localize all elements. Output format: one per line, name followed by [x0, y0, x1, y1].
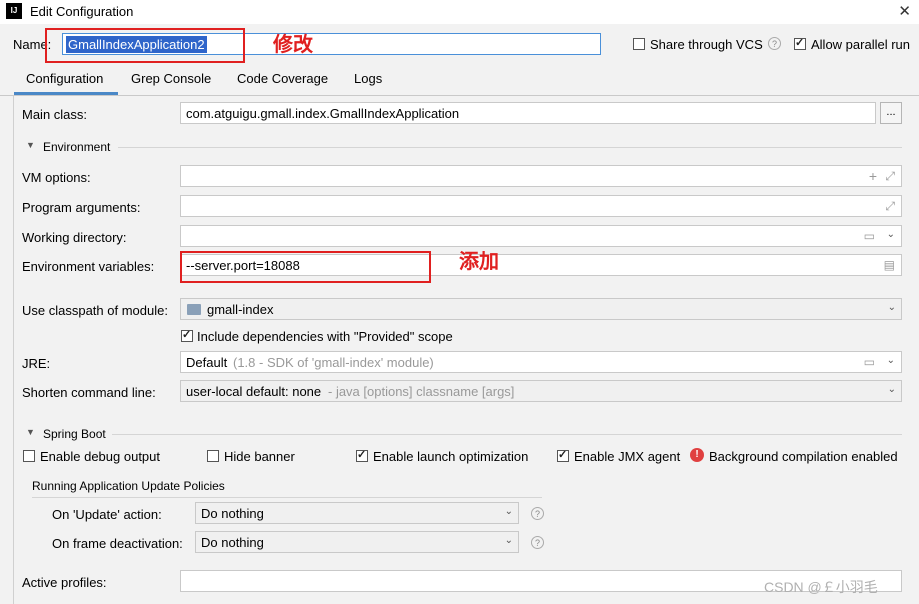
hide-banner-label: Hide banner	[224, 449, 295, 464]
jre-combo[interactable]: Default (1.8 - SDK of 'gmall-index' modu…	[180, 351, 902, 373]
help-icon[interactable]: ?	[531, 507, 544, 520]
intellij-app-icon: IJ	[6, 3, 22, 19]
on-frame-combo[interactable]: Do nothing ⌄	[195, 531, 519, 553]
shorten-value: user-local default: none	[186, 384, 322, 399]
on-frame-value: Do nothing	[201, 535, 264, 550]
parallel-run-label: Allow parallel run	[811, 37, 910, 52]
jmx-checkbox[interactable]	[557, 448, 569, 462]
plus-icon[interactable]: +	[869, 168, 877, 184]
on-update-combo[interactable]: Do nothing ⌄	[195, 502, 519, 524]
jre-hint: (1.8 - SDK of 'gmall-index' module)	[233, 355, 434, 370]
update-policies-header: Running Application Update Policies	[32, 479, 225, 493]
expand-icon[interactable]: ⤢	[885, 199, 895, 214]
debug-output-label: Enable debug output	[40, 449, 160, 464]
annotation-box-name	[45, 28, 245, 63]
env-vars-label: Environment variables:	[22, 259, 155, 274]
vm-options-label: VM options:	[22, 170, 91, 185]
tab-logs[interactable]: Logs	[354, 71, 382, 86]
share-vcs-label: Share through VCS	[650, 37, 763, 52]
chevron-down-icon[interactable]: ⌄	[887, 355, 895, 366]
module-icon	[187, 304, 201, 315]
parallel-run-checkbox[interactable]	[794, 36, 806, 50]
hide-banner-checkbox[interactable]	[207, 450, 219, 462]
jmx-label: Enable JMX agent	[574, 449, 681, 464]
chevron-down-icon: ⌄	[504, 535, 513, 546]
debug-output-checkbox[interactable]	[23, 450, 35, 462]
document-icon[interactable]: ▤	[884, 258, 895, 272]
share-vcs-checkbox[interactable]	[633, 38, 645, 50]
shorten-label: Shorten command line:	[22, 385, 156, 400]
tab-grep-console[interactable]: Grep Console	[131, 71, 211, 86]
program-args-input[interactable]: ⤢	[180, 195, 902, 217]
collapse-triangle-icon[interactable]: ▼	[26, 140, 35, 150]
help-icon[interactable]: ?	[531, 536, 544, 549]
close-icon[interactable]: ✕	[898, 2, 911, 20]
window-title: Edit Configuration	[30, 4, 134, 19]
shorten-hint: - java [options] classname [args]	[328, 384, 515, 399]
environment-separator	[118, 147, 902, 148]
tab-code-coverage[interactable]: Code Coverage	[237, 71, 328, 86]
title-bar	[0, 0, 919, 24]
update-policies-separator	[32, 497, 542, 498]
vm-options-input[interactable]: + ⤢	[180, 165, 902, 187]
active-profiles-label: Active profiles:	[22, 575, 107, 590]
classpath-label: Use classpath of module:	[22, 303, 168, 318]
help-icon[interactable]: ?	[768, 37, 781, 50]
jre-label: JRE:	[22, 356, 51, 371]
environment-header: Environment	[43, 140, 111, 154]
classpath-value: gmall-index	[207, 302, 274, 317]
working-dir-label: Working directory:	[22, 230, 127, 245]
chevron-down-icon: ⌄	[887, 384, 896, 395]
expand-icon[interactable]: ⤢	[885, 169, 895, 184]
program-args-label: Program arguments:	[22, 200, 141, 215]
launch-opt-label: Enable launch optimization	[373, 449, 529, 464]
annotation-modify: 修改	[273, 32, 313, 56]
browse-button[interactable]: ...	[880, 102, 902, 124]
classpath-combo[interactable]: gmall-index ⌄	[180, 298, 902, 320]
main-class-value: com.atguigu.gmall.index.GmallIndexApplic…	[186, 106, 460, 121]
spring-boot-separator	[112, 434, 902, 435]
annotation-add: 添加	[459, 249, 499, 273]
main-class-input[interactable]: com.atguigu.gmall.index.GmallIndexApplic…	[180, 102, 876, 124]
main-class-label: Main class:	[22, 107, 88, 122]
error-icon: !	[690, 448, 704, 462]
collapse-triangle-icon[interactable]: ▼	[26, 427, 35, 437]
chevron-down-icon[interactable]: ⌄	[887, 229, 895, 240]
folder-icon[interactable]: ▭	[864, 355, 875, 369]
annotation-box-env	[180, 251, 431, 283]
folder-icon[interactable]: ▭	[864, 229, 875, 243]
include-deps-checkbox[interactable]	[181, 328, 193, 342]
bg-compile-label: Background compilation enabled	[709, 449, 898, 464]
shorten-combo[interactable]: user-local default: none - java [options…	[180, 380, 902, 402]
on-frame-label: On frame deactivation:	[52, 536, 183, 551]
working-dir-input[interactable]: ▭ ⌄	[180, 225, 902, 247]
watermark: CSDN @￡小羽毛	[764, 579, 878, 595]
on-update-value: Do nothing	[201, 506, 264, 521]
launch-opt-checkbox[interactable]	[356, 448, 368, 462]
jre-value: Default	[186, 355, 228, 370]
on-update-label: On 'Update' action:	[52, 507, 162, 522]
chevron-down-icon: ⌄	[887, 302, 896, 313]
include-deps-label: Include dependencies with "Provided" sco…	[197, 329, 453, 344]
spring-boot-header: Spring Boot	[43, 427, 106, 441]
chevron-down-icon: ⌄	[504, 506, 513, 517]
tab-configuration[interactable]: Configuration	[26, 71, 103, 86]
